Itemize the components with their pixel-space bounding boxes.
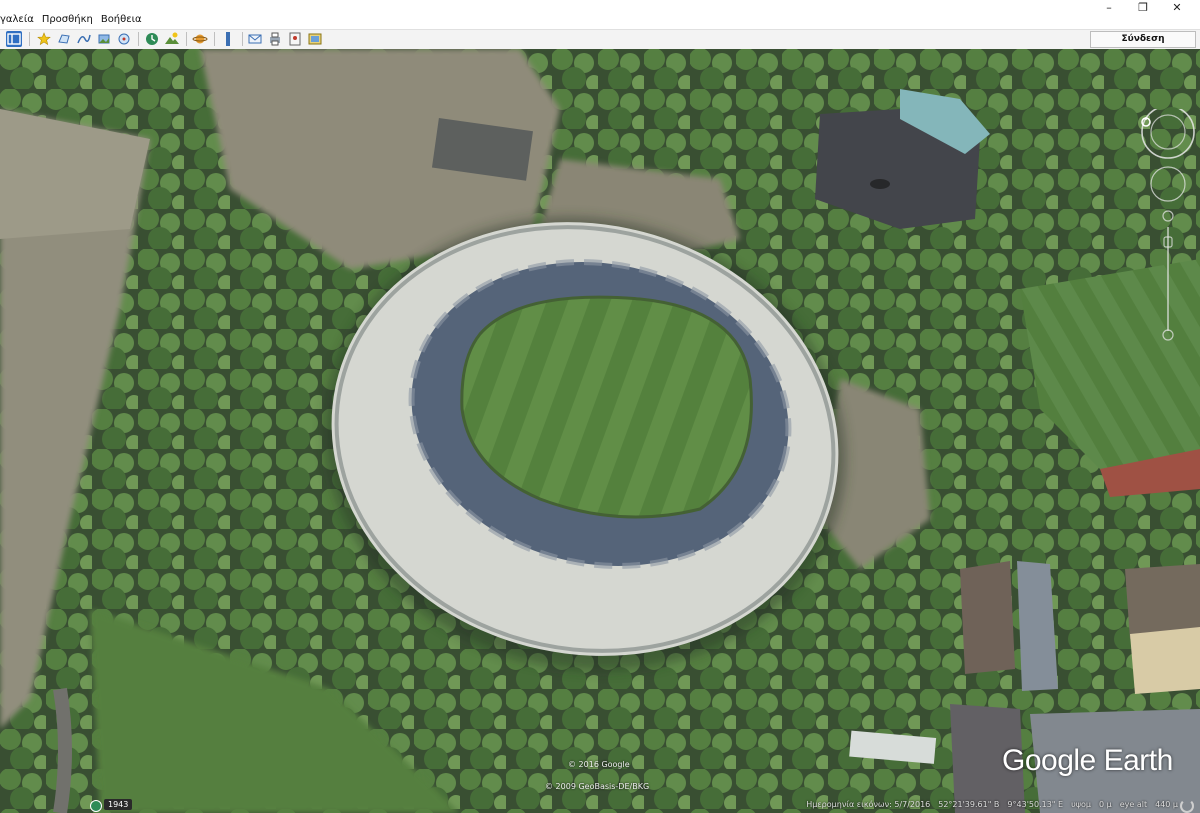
polygon-icon[interactable] [56,31,72,47]
eye-alt-value: 440 μ [1155,800,1178,809]
eye-alt-label: eye alt [1119,800,1148,809]
email-icon[interactable] [247,31,263,47]
placemark-icon[interactable] [36,31,52,47]
minimize-button[interactable]: – [1092,0,1126,14]
restore-button[interactable]: ❐ [1126,0,1160,14]
menu-add[interactable]: Προσθήκη [42,14,93,25]
close-button[interactable]: ✕ [1160,0,1194,14]
menu-tools[interactable]: γαλεία [0,14,34,25]
maps-icon[interactable] [287,31,303,47]
satellite-imagery [0,49,1200,813]
planets-icon[interactable] [192,31,208,47]
imagery-date: Ημερομηνία εικόνων: 5/7/2016 [806,800,931,809]
elevation-label: υψομ [1071,800,1091,809]
image-overlay-icon[interactable] [96,31,112,47]
menu-bar: γαλεία Προσθήκη Βοήθεια – ❐ ✕ [0,0,1200,28]
copyright-geobasis: © 2009 GeoBasis-DE/BKG [545,782,650,791]
elevation-value: 0 μ [1098,800,1112,809]
status-bar: 1943 Ημερομηνία εικόνων: 5/7/2016 52°21'… [0,797,1200,813]
longitude-readout: 9°43'50.13" Ε [1007,800,1064,809]
history-icon[interactable] [144,31,160,47]
print-icon[interactable] [267,31,283,47]
menu-help[interactable]: Βοήθεια [101,14,142,25]
ruler-icon[interactable] [220,31,236,47]
menu-list: γαλεία Προσθήκη Βοήθεια [0,14,150,25]
zoom-slider-icon[interactable] [1162,210,1174,341]
save-image-icon[interactable] [307,31,323,47]
map-view[interactable] [0,49,1200,813]
historical-year-badge[interactable]: 1943 [104,799,133,810]
tour-icon[interactable] [116,31,132,47]
historical-imagery-icon[interactable] [90,800,102,812]
sun-icon[interactable] [164,31,180,47]
look-joystick-icon[interactable] [1150,166,1186,202]
loading-spinner-icon [1180,799,1194,813]
navigation-controls [1138,105,1198,349]
google-earth-logo: Google Earth [1002,744,1173,777]
copyright-google: © 2016 Google [568,760,630,769]
compass-ring-icon[interactable] [1141,105,1195,159]
latitude-readout: 52°21'39.61" Β [938,800,1000,809]
path-icon[interactable] [76,31,92,47]
signin-button[interactable]: Σύνδεση [1090,31,1196,48]
toolbar: Σύνδεση [0,29,1200,50]
sidebar-toggle-icon[interactable] [6,31,22,47]
